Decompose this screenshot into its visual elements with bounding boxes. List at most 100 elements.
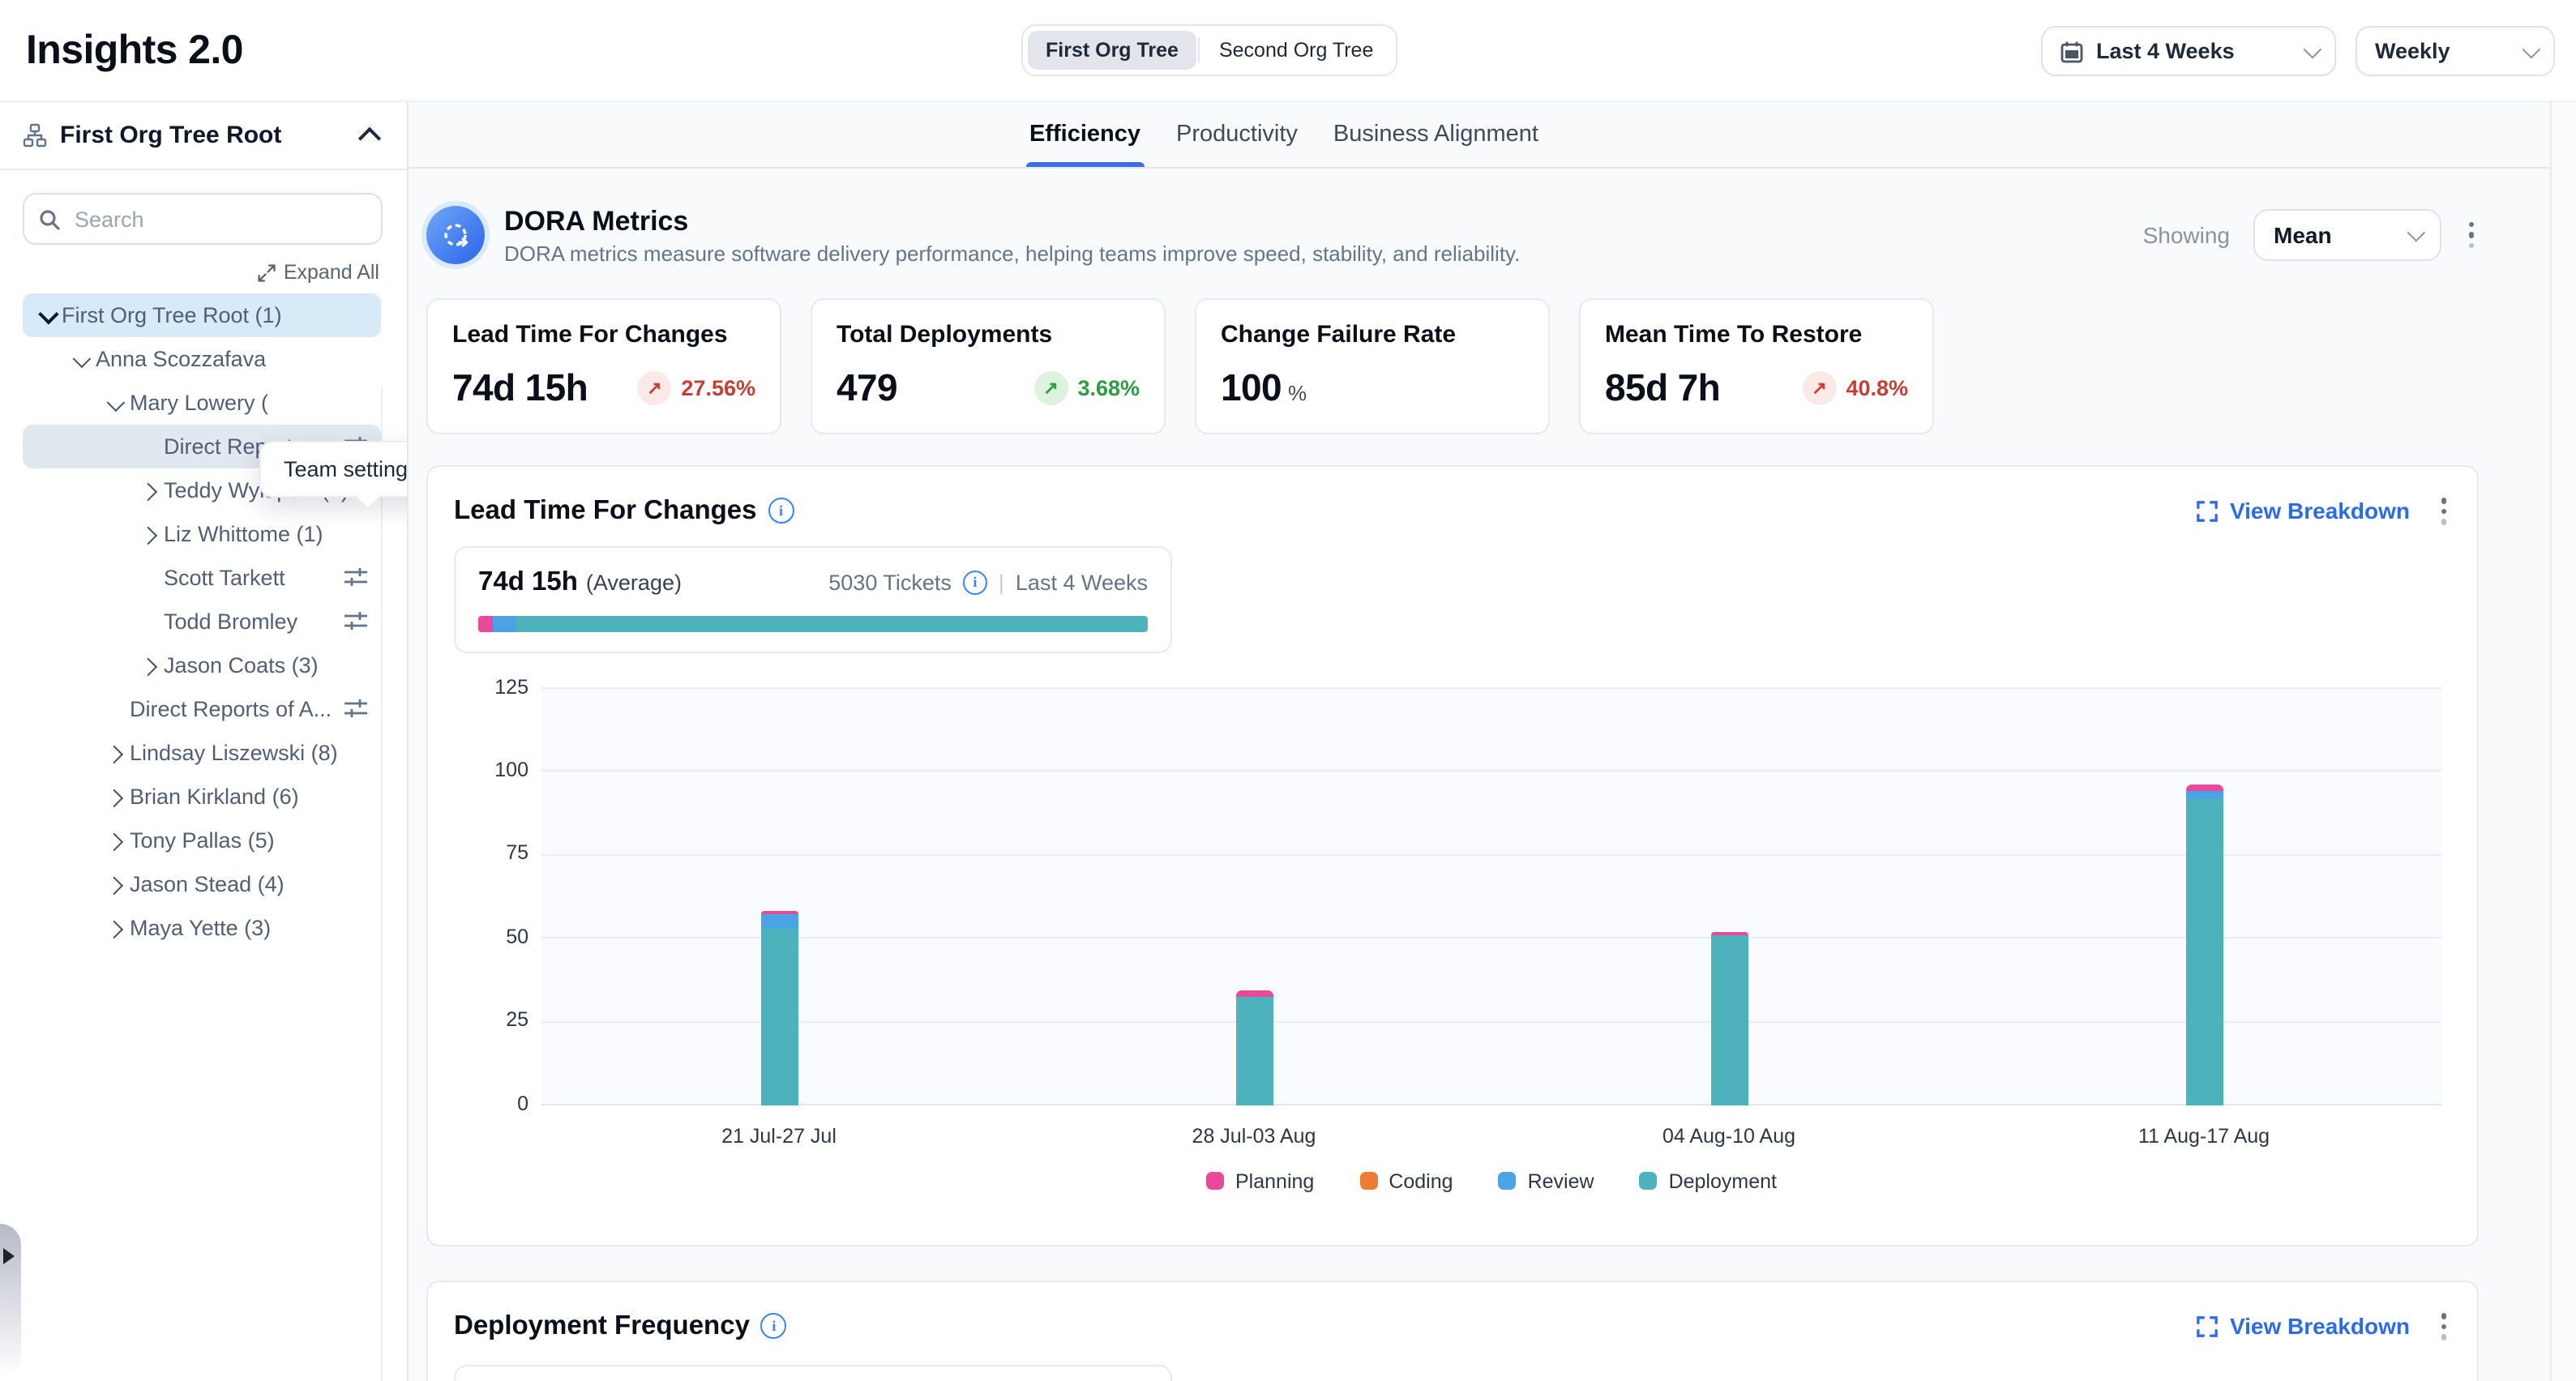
chevron-down-icon[interactable]: [32, 309, 62, 323]
view-breakdown-label: View Breakdown: [2230, 498, 2410, 524]
gridline: [541, 687, 2441, 689]
tree-item[interactable]: Scott Tarkett: [23, 556, 381, 600]
metric-card[interactable]: Lead Time For Changes74d 15h↗27.56%: [426, 298, 781, 434]
dora-menu-kebab-icon[interactable]: [2463, 217, 2479, 254]
chevron-right-icon[interactable]: [101, 922, 130, 934]
granularity-dropdown[interactable]: Weekly: [2356, 26, 2555, 76]
tab-productivity[interactable]: Productivity: [1176, 102, 1298, 167]
stacked-bar[interactable]: [1235, 688, 1273, 1105]
org-tree-option[interactable]: First Org Tree: [1028, 31, 1196, 70]
page-title: Insights 2.0: [26, 27, 243, 74]
tree-item-label: Todd Bromley: [164, 609, 297, 634]
chevron-right-icon[interactable]: [135, 660, 164, 672]
y-axis-tick-label: 125: [454, 675, 528, 698]
gridline: [541, 771, 2441, 772]
deployment-summary-card: [454, 1364, 1172, 1381]
dora-header-row: DORA Metrics DORA metrics measure softwa…: [426, 201, 2479, 269]
org-tree-toggle[interactable]: First Org TreeSecond Org Tree: [1021, 24, 1397, 76]
chevron-down-icon[interactable]: [101, 397, 130, 409]
sidebar-search[interactable]: [23, 193, 383, 245]
team-settings-tooltip: Team settings: [259, 441, 409, 498]
insights-app: Insights 2.0 First Org TreeSecond Org Tr…: [0, 0, 2576, 1379]
chevron-right-icon[interactable]: [135, 528, 164, 541]
tree-item[interactable]: Liz Whittome (1): [23, 512, 381, 556]
legend-label: Review: [1528, 1169, 1594, 1192]
legend-swatch: [1359, 1172, 1377, 1190]
sidebar-header[interactable]: First Org Tree Root: [0, 102, 407, 170]
view-breakdown-button[interactable]: View Breakdown: [2197, 1314, 2410, 1340]
team-settings-icon[interactable]: [344, 697, 368, 720]
tree-item[interactable]: Todd Bromley: [23, 600, 381, 643]
tree-item[interactable]: Tony Pallas (5): [23, 819, 381, 862]
stacked-bar[interactable]: [2185, 688, 2223, 1105]
org-tree: First Org Tree Root (1)Anna ScozzafavaMa…: [0, 293, 407, 950]
search-input[interactable]: [71, 205, 366, 233]
metric-card[interactable]: Mean Time To Restore85d 7h↗40.8%: [1579, 298, 1934, 434]
main-scrollbar-track[interactable]: [2550, 102, 2576, 1381]
chevron-down-icon[interactable]: [66, 353, 96, 366]
tree-item[interactable]: Jason Coats (3): [23, 643, 381, 687]
trend-delta: 3.68%: [1077, 376, 1140, 400]
tree-item[interactable]: Jason Stead (4): [23, 862, 381, 906]
y-axis-tick-label: 0: [454, 1092, 528, 1114]
chart-plot-area[interactable]: [541, 688, 2441, 1105]
stacked-bar[interactable]: [760, 688, 798, 1105]
chevron-right-icon[interactable]: [101, 879, 130, 891]
chevron-down-icon: [2304, 40, 2322, 58]
org-tree-sidebar: First Org Tree Root Expand All First Org…: [0, 102, 409, 1381]
date-range-dropdown[interactable]: Last 4 Weeks: [2041, 26, 2336, 76]
legend-swatch: [1499, 1172, 1517, 1190]
team-settings-icon[interactable]: [344, 566, 368, 588]
legend-item-planning: Planning: [1206, 1169, 1314, 1192]
expand-all-button[interactable]: Expand All: [0, 261, 379, 284]
gridline: [541, 937, 2441, 938]
info-icon[interactable]: i: [768, 498, 794, 524]
chevron-right-icon[interactable]: [101, 791, 130, 803]
tree-item[interactable]: Direct Reports of A...: [23, 687, 381, 731]
info-icon[interactable]: i: [761, 1314, 787, 1340]
tree-item[interactable]: Anna Scozzafava: [23, 337, 381, 381]
chevron-right-icon[interactable]: [135, 485, 164, 497]
dora-description: DORA metrics measure software delivery p…: [504, 242, 1520, 266]
view-breakdown-button[interactable]: View Breakdown: [2197, 498, 2410, 524]
metric-card[interactable]: Total Deployments479↗3.68%: [811, 298, 1166, 434]
dora-cycle-icon: [426, 206, 485, 264]
chevron-down-icon: [2523, 40, 2541, 58]
tab-business-alignment[interactable]: Business Alignment: [1333, 102, 1538, 167]
tree-item[interactable]: Lindsay Liszewski (8): [23, 731, 381, 775]
team-settings-icon[interactable]: [344, 609, 368, 632]
main-content: DORA Metrics DORA metrics measure softwa…: [409, 201, 2479, 1381]
legend-item-deployment: Deployment: [1640, 1169, 1777, 1192]
deployment-menu-kebab-icon[interactable]: [2436, 1308, 2451, 1345]
aggregation-dropdown[interactable]: Mean: [2253, 209, 2441, 261]
trend-badge: ↗27.56%: [637, 371, 755, 405]
info-icon[interactable]: i: [963, 570, 987, 594]
chevron-right-icon[interactable]: [101, 747, 130, 759]
tree-item[interactable]: Brian Kirkland (6): [23, 775, 381, 819]
segment-divider: [1198, 37, 1200, 63]
tab-efficiency[interactable]: Efficiency: [1029, 102, 1140, 167]
tree-item-label: Liz Whittome (1): [164, 522, 323, 546]
bar-segment-deployment: [760, 928, 798, 1105]
metric-cards: Lead Time For Changes74d 15h↗27.56%Total…: [426, 298, 2479, 434]
collapse-chevron-up-icon[interactable]: [358, 126, 381, 149]
metric-card[interactable]: Change Failure Rate100%: [1195, 298, 1550, 434]
sidebar-scrollbar-track[interactable]: [381, 387, 383, 1381]
trend-badge: ↗40.8%: [1802, 371, 1908, 405]
org-chart-icon: [23, 123, 47, 148]
chevron-right-icon[interactable]: [101, 835, 130, 847]
tree-item[interactable]: Maya Yette (3): [23, 906, 381, 950]
legend-swatch: [1206, 1172, 1224, 1190]
stacked-bar[interactable]: [1710, 688, 1748, 1105]
legend-item-review: Review: [1499, 1169, 1594, 1192]
trend-delta: 40.8%: [1846, 376, 1908, 400]
tabs: Efficiency Productivity Business Alignment: [1029, 102, 1538, 167]
tree-item[interactable]: Mary Lowery (: [23, 381, 381, 425]
x-axis-label: 21 Jul-27 Jul: [721, 1124, 837, 1147]
tree-item[interactable]: First Org Tree Root (1): [23, 293, 381, 337]
org-tree-option[interactable]: Second Org Tree: [1201, 31, 1391, 70]
sidebar-collapse-handle[interactable]: [0, 1224, 21, 1379]
progress-segment-deployment: [515, 615, 1148, 631]
lead-time-menu-kebab-icon[interactable]: [2436, 493, 2451, 529]
x-axis-label: 11 Aug-17 Aug: [2138, 1124, 2270, 1147]
